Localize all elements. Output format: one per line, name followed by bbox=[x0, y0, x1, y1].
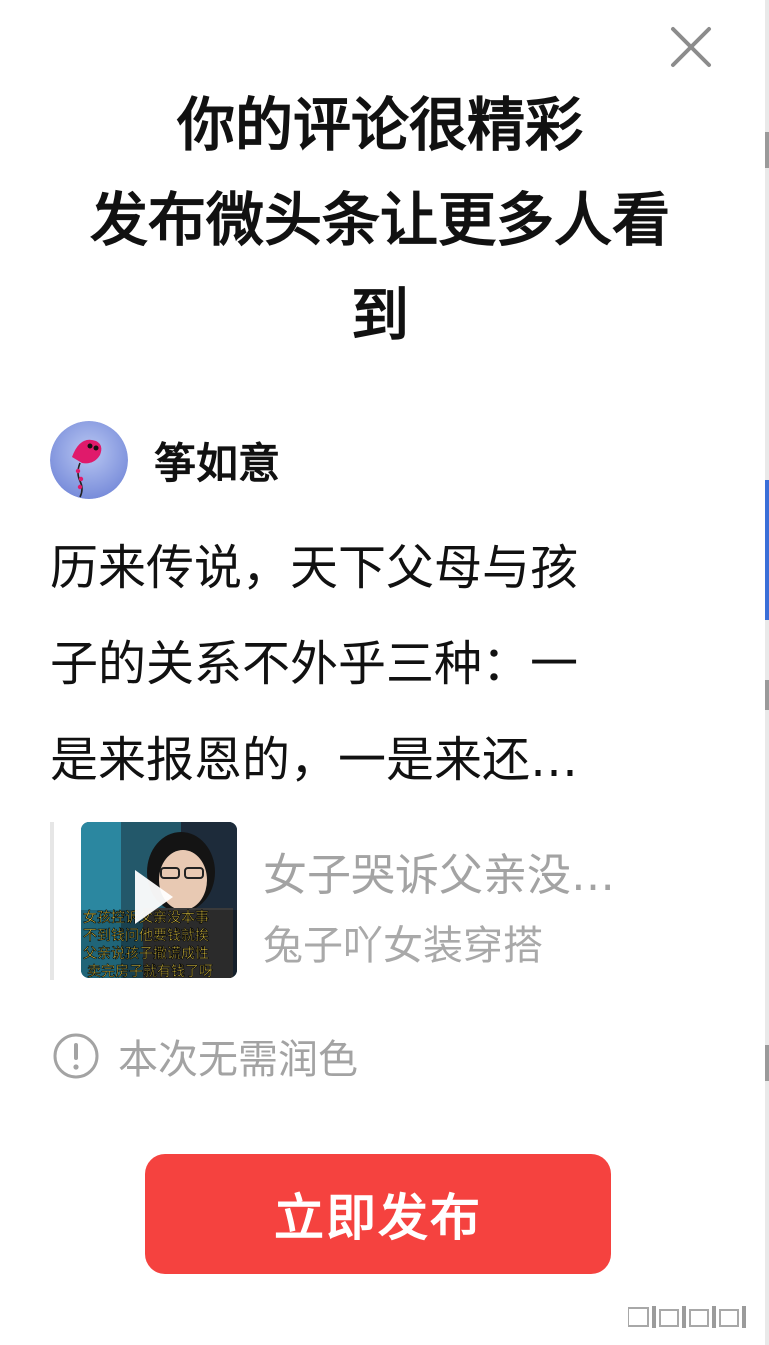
comment-text: 历来传说，天下父母与孩 子的关系不外乎三种：一 是来报恩的，一是来还… bbox=[50, 520, 690, 808]
thumbnail-caption: 父亲说孩子撒谎成性 bbox=[83, 946, 209, 962]
background-edge-mark bbox=[765, 132, 769, 168]
info-circle-icon bbox=[53, 1033, 99, 1079]
background-edge-mark bbox=[765, 1045, 769, 1081]
dialog-headline: 你的评论很精彩 发布微头条让更多人看 到 bbox=[40, 78, 720, 363]
comment-line: 是来报恩的，一是来还… bbox=[50, 732, 579, 788]
publish-button-label: 立即发布 bbox=[274, 1189, 482, 1247]
quote-bar bbox=[50, 822, 54, 980]
watermark-logo bbox=[628, 1306, 746, 1328]
background-edge bbox=[765, 0, 769, 1345]
notice-text: 本次无需润色 bbox=[118, 1037, 358, 1083]
background-edge-mark bbox=[765, 480, 769, 620]
thumbnail-caption: 不到钱问他要钱就挨 bbox=[83, 928, 209, 944]
close-button[interactable] bbox=[668, 24, 714, 70]
close-icon bbox=[671, 27, 711, 67]
headline-line: 到 bbox=[350, 281, 409, 349]
kite-avatar bbox=[50, 421, 128, 499]
headline-line: 发布微头条让更多人看 bbox=[89, 186, 670, 254]
avatar bbox=[50, 421, 128, 499]
comment-line: 子的关系不外乎三种：一 bbox=[50, 636, 579, 692]
thumbnail-caption: 卖完房子就有钱了呀 bbox=[87, 964, 213, 978]
author-row: 筝如意 bbox=[50, 421, 280, 499]
headline-line: 你的评论很精彩 bbox=[176, 91, 583, 159]
author-name: 筝如意 bbox=[154, 438, 281, 488]
article-thumbnail[interactable]: 女孩控诉父亲没本事 不到钱问他要钱就挨 父亲说孩子撒谎成性 卖完房子就有钱了呀 bbox=[81, 822, 237, 978]
article-author: 兔子吖女装穿搭 bbox=[263, 923, 543, 969]
publish-button[interactable]: 立即发布 bbox=[145, 1154, 611, 1274]
video-thumbnail-image: 女孩控诉父亲没本事 不到钱问他要钱就挨 父亲说孩子撒谎成性 卖完房子就有钱了呀 bbox=[81, 822, 237, 978]
quoted-article-card[interactable]: 女孩控诉父亲没本事 不到钱问他要钱就挨 父亲说孩子撒谎成性 卖完房子就有钱了呀 … bbox=[50, 822, 710, 980]
background-edge-mark bbox=[765, 680, 769, 710]
publish-dialog: 你的评论很精彩 发布微头条让更多人看 到 筝如意 历来传说，天下父母与孩 子的关… bbox=[0, 0, 769, 1345]
polish-notice: 本次无需润色 bbox=[52, 1030, 358, 1083]
comment-line: 历来传说，天下父母与孩 bbox=[50, 540, 579, 596]
article-title: 女子哭诉父亲没… bbox=[263, 850, 615, 901]
